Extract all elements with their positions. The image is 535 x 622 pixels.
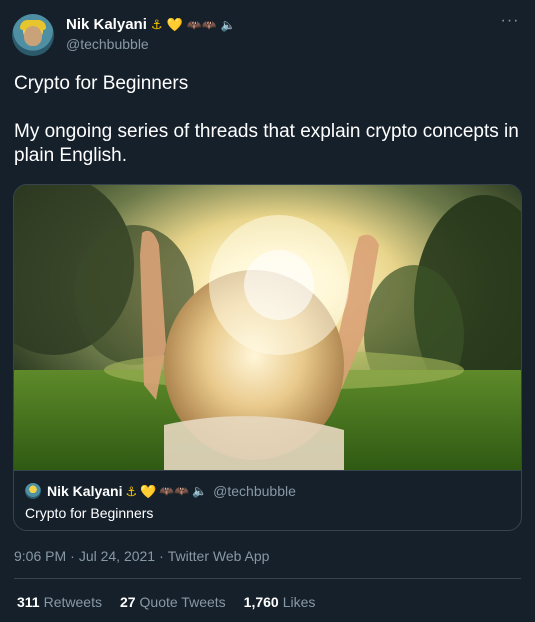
tweet-text: Crypto for Beginners My ongoing series o… <box>14 73 519 166</box>
quoted-author-line: Nik Kalyani ⚓ 💛 🦇🦇 🔈 @techbubble <box>47 483 296 499</box>
yellow-heart-emoji-icon: 💛 <box>166 17 183 32</box>
more-horizontal-icon[interactable]: ··· <box>499 12 521 34</box>
author-name-line: Nik Kalyani ⚓ 💛 🦇🦇 🔈 <box>66 16 236 33</box>
quoted-tweet-meta: Nik Kalyani ⚓ 💛 🦇🦇 🔈 @techbubble Crypto … <box>14 470 521 530</box>
quoted-tweet-photo[interactable] <box>14 185 521 470</box>
tweet-date[interactable]: Jul 24, 2021 <box>79 548 155 564</box>
yellow-heart-emoji-icon: 💛 <box>140 483 157 499</box>
retweets-stat[interactable]: 311 Retweets <box>17 594 102 610</box>
bat-emoji-icon: 🦇🦇 <box>186 17 217 32</box>
bat-emoji-icon: 🦇🦇 <box>159 484 190 498</box>
anchor-emoji-icon: ⚓ <box>125 483 138 499</box>
tweet-stats: 311 Retweets 27 Quote Tweets 1,760 Likes <box>17 594 315 610</box>
tweet-time[interactable]: 9:06 PM <box>14 548 66 564</box>
tweet-timestamp: 9:06 PM · Jul 24, 2021 · Twitter Web App <box>14 548 269 564</box>
author-handle[interactable]: @techbubble <box>66 36 149 52</box>
quoted-author-handle: @techbubble <box>213 483 296 499</box>
anchor-emoji-icon: ⚓ <box>150 17 163 32</box>
author-display-name[interactable]: Nik Kalyani <box>66 16 147 33</box>
likes-label: Likes <box>282 594 316 610</box>
author-avatar[interactable] <box>12 14 54 56</box>
quoted-tweet-text: Crypto for Beginners <box>25 505 154 521</box>
divider <box>14 578 521 579</box>
tweet-source-app[interactable]: Twitter Web App <box>168 548 270 564</box>
speaker-emoji-icon: 🔈 <box>220 17 236 32</box>
tweet-card: Nik Kalyani ⚓ 💛 🦇🦇 🔈 @techbubble ··· Cry… <box>0 0 535 622</box>
quote-tweets-stat[interactable]: 27 Quote Tweets <box>120 594 226 610</box>
meta-separator: · <box>159 548 164 564</box>
likes-stat[interactable]: 1,760 Likes <box>244 594 316 610</box>
quoted-tweet-card[interactable]: Nik Kalyani ⚓ 💛 🦇🦇 🔈 @techbubble Crypto … <box>13 184 522 531</box>
quoted-author-name: Nik Kalyani <box>47 483 123 499</box>
retweets-count: 311 <box>17 594 40 610</box>
quote-tweets-count: 27 <box>119 594 136 610</box>
likes-count: 1,760 <box>243 594 279 610</box>
retweets-label: Retweets <box>43 594 102 610</box>
meta-separator: · <box>70 548 75 564</box>
girl-sunlight-photo <box>14 185 521 470</box>
quote-tweets-label: Quote Tweets <box>139 594 226 610</box>
speaker-emoji-icon: 🔈 <box>192 484 208 498</box>
quoted-author-avatar <box>25 483 41 499</box>
avatar-face <box>24 26 42 46</box>
